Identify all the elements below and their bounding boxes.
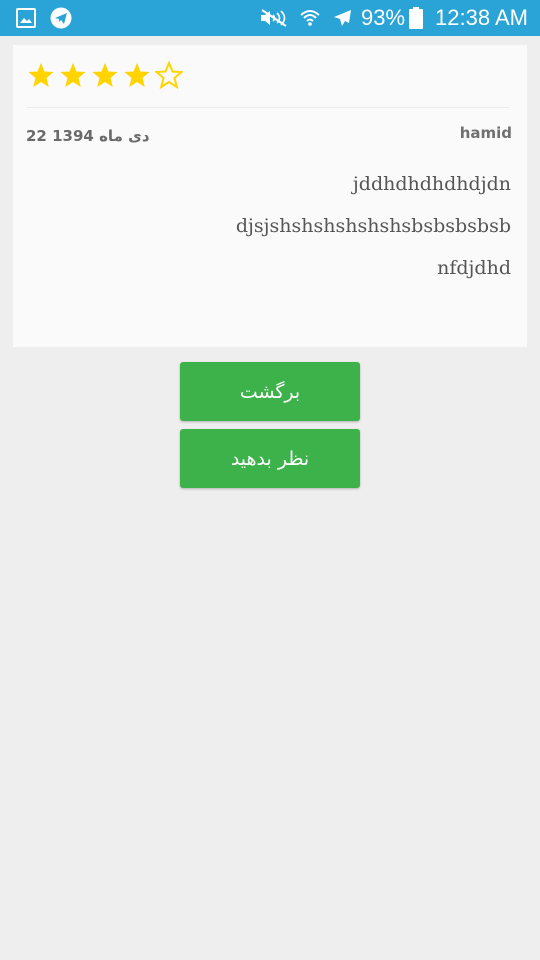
star-filled-icon [59,61,87,89]
back-button[interactable]: برگشت [180,362,360,421]
battery-icon [409,7,424,29]
star-filled-icon [123,61,151,89]
comment-button[interactable]: نظر بدهید [180,429,360,488]
mute-icon [259,8,289,28]
review-line: nfdjdhd [437,257,511,279]
battery-percent: 93% [361,5,406,30]
star-filled-icon [91,61,119,89]
review-date: 22 دی ماه 1394 [26,127,150,145]
wifi-icon [299,7,321,29]
review-line: djsjshshshshshshsbsbsbsbsb [235,215,511,237]
airplane-icon [331,7,353,29]
star-empty-icon [153,60,185,90]
telegram-icon [50,7,72,29]
review-card: hamid 22 دی ماه 1394 jddhdhdhdhdjdn djsj… [13,45,527,347]
divider [27,107,509,108]
clock: 12:38 AM [435,5,528,30]
rating-stars [27,60,187,90]
review-line: jddhdhdhdhdjdn [352,173,511,195]
status-bar: 93% 12:38 AM [0,0,540,36]
status-bar-right: 93% 12:38 AM [249,5,528,31]
status-bar-left [16,7,86,29]
gallery-icon [16,8,36,28]
star-filled-icon [27,61,55,89]
review-author: hamid [459,124,512,142]
review-body: jddhdhdhdhdjdn djsjshshshshshshsbsbsbsbs… [236,171,511,297]
